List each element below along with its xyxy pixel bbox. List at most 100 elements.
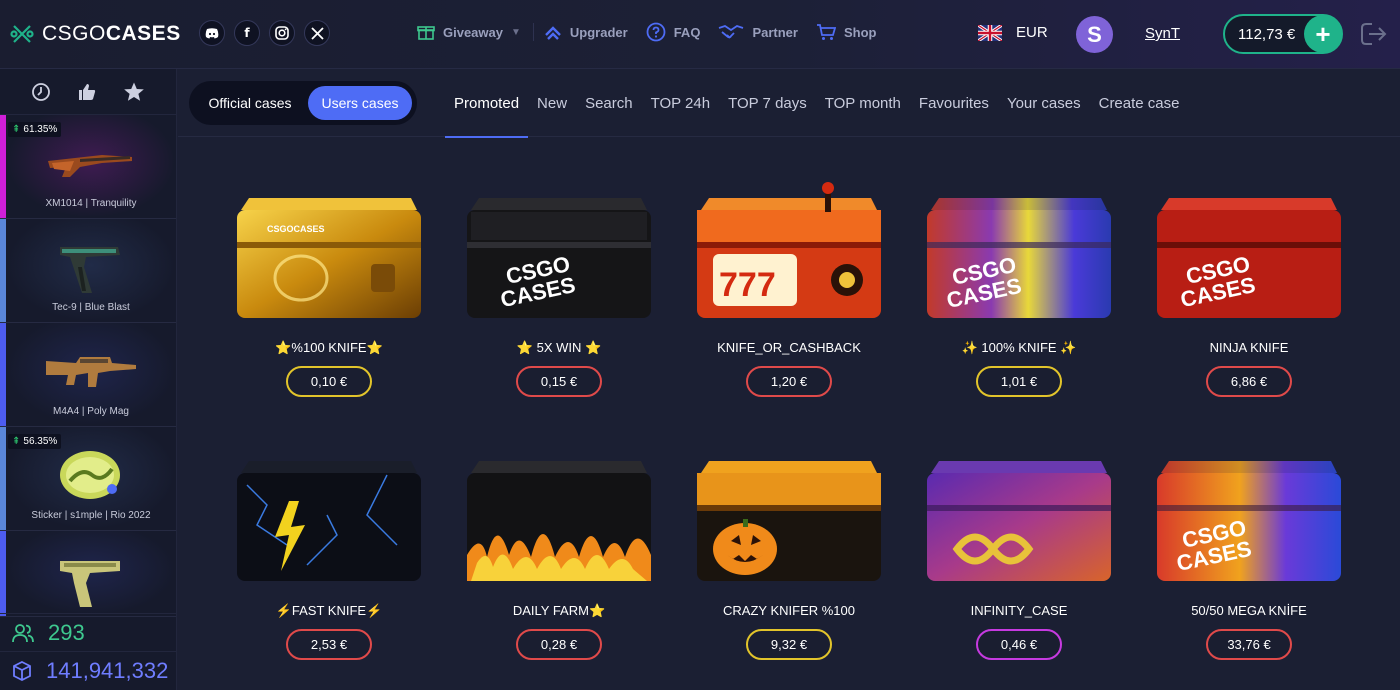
shotgun-icon [48, 155, 132, 177]
sidebar-tabs [0, 69, 176, 115]
pistol-icon [60, 561, 120, 607]
case-image: CSGO CASES [467, 198, 651, 318]
x-icon[interactable] [304, 20, 330, 46]
case-card[interactable]: CSGO CASES NINJA KNIFE 6,86 € [1134, 170, 1364, 400]
case-title: DAILY FARM⭐ [512, 603, 606, 618]
sticker-icon [60, 451, 120, 499]
case-image: CSGO CASES [1157, 198, 1341, 318]
live-drop-item[interactable]: M4A4 | Poly Mag [0, 323, 176, 427]
logo-text: CSGOCASES [42, 22, 181, 45]
case-image: CSGO CASES [1157, 461, 1341, 581]
case-image: 777 [697, 182, 881, 318]
case-card[interactable]: CSGO CASES ✨ 100% KNIFE ✨ 1,01 € [904, 170, 1134, 400]
case-price[interactable]: 2,53 € [286, 629, 372, 660]
tab-search[interactable]: Search [576, 69, 642, 137]
live-drop-item[interactable]: ⇞ 56.35% Sticker | s1mple | Rio 2022 [0, 427, 176, 531]
nav-partner[interactable]: Partner [718, 23, 798, 41]
svg-text:777: 777 [719, 266, 776, 304]
case-card[interactable]: CSGOCASES ⭐%100 KNIFE⭐ 0,10 € [214, 170, 444, 400]
tab-create-case[interactable]: Create case [1090, 69, 1189, 137]
currency-selector[interactable]: EUR [978, 24, 1048, 41]
case-title: 50/50 MEGA KNİFE [1191, 603, 1307, 618]
pistol-icon [60, 247, 120, 293]
tab-favourites[interactable]: Favourites [910, 69, 998, 137]
cases-subnav: Official cases Users cases Promoted New … [178, 69, 1400, 138]
case-image: CSGOCASES [237, 198, 421, 318]
social-links: f [199, 20, 330, 46]
case-card[interactable]: CRAZY KNIFER %100 9,32 € [674, 433, 904, 663]
star-icon[interactable] [123, 81, 145, 103]
live-drop-item[interactable]: Tec-9 | Blue Blast [0, 219, 176, 323]
site-stats: 293 141,941,332 [0, 613, 177, 689]
case-card[interactable]: CSGO CASES 50/50 MEGA KNİFE 33,76 € [1134, 433, 1364, 663]
nav-giveaway[interactable]: Giveaway ▼ [417, 23, 521, 41]
facebook-icon[interactable]: f [234, 20, 260, 46]
logout-icon[interactable] [1360, 22, 1388, 46]
site-logo[interactable]: CSGOCASES [10, 22, 181, 46]
avatar[interactable]: S [1076, 16, 1113, 53]
case-card[interactable]: 777 KNIFE_OR_CASHBACK 1,20 € [674, 170, 904, 400]
case-card[interactable]: INFINITY_CASE 0,46 € [904, 433, 1134, 663]
case-image [927, 461, 1111, 581]
tab-new[interactable]: New [528, 69, 576, 137]
case-title: ⚡FAST KNIFE⚡ [275, 603, 383, 618]
tab-your-cases[interactable]: Your cases [998, 69, 1090, 137]
chevron-down-icon: ▼ [511, 26, 521, 38]
username-link[interactable]: SynT [1145, 25, 1180, 42]
add-funds-button[interactable]: + [1304, 15, 1342, 53]
live-drop-item[interactable]: ⇞ 61.35% XM1014 | Tranquility [0, 115, 176, 219]
thumbs-up-icon[interactable] [77, 82, 97, 102]
drop-chance-badge: ⇞ 61.35% [8, 122, 62, 137]
nav-upgrader[interactable]: Upgrader [532, 23, 628, 41]
users-icon [12, 623, 34, 642]
discord-icon[interactable] [199, 20, 225, 46]
case-price[interactable]: 1,01 € [976, 366, 1062, 397]
case-image [467, 461, 651, 581]
tab-top-month[interactable]: TOP month [816, 69, 910, 137]
drop-item-name: Tec-9 | Blue Blast [52, 302, 130, 313]
users-cases-toggle[interactable]: Users cases [308, 86, 412, 120]
nav-faq[interactable]: FAQ [646, 22, 700, 42]
instagram-icon[interactable] [269, 20, 295, 46]
case-price[interactable]: 6,86 € [1206, 366, 1292, 397]
tab-top-7-days[interactable]: TOP 7 days [719, 69, 816, 137]
tab-top-24h[interactable]: TOP 24h [642, 69, 720, 137]
case-price[interactable]: 0,10 € [286, 366, 372, 397]
nav-shop[interactable]: Shop [816, 23, 876, 41]
balance-display: 112,73 € + [1223, 14, 1343, 54]
cases-opened-stat: 141,941,332 [0, 651, 177, 689]
case-price[interactable]: 1,20 € [746, 366, 832, 397]
case-image [697, 461, 881, 581]
case-price[interactable]: 0,46 € [976, 629, 1062, 660]
case-price[interactable]: 0,28 € [516, 629, 602, 660]
logo-icon [10, 25, 34, 43]
case-title: ✨ 100% KNIFE ✨ [961, 340, 1077, 355]
case-price[interactable]: 33,76 € [1206, 629, 1292, 660]
uk-flag-icon [978, 24, 1002, 41]
case-card[interactable]: CSGO CASES ⭐ 5X WIN ⭐ 0,15 € [444, 170, 674, 400]
case-price[interactable]: 9,32 € [746, 629, 832, 660]
live-drop-item[interactable] [0, 531, 176, 617]
gift-icon [417, 26, 435, 40]
case-card[interactable]: ⚡FAST KNIFE⚡ 2,53 € [214, 433, 444, 663]
drop-item-name: M4A4 | Poly Mag [53, 406, 129, 417]
balance-amount: 112,73 € [1238, 26, 1296, 43]
svg-text:CSGOCASES: CSGOCASES [267, 224, 325, 234]
case-title: ⭐%100 KNIFE⭐ [275, 340, 383, 355]
online-users-stat: 293 [0, 613, 177, 651]
case-title: NINJA KNIFE [1209, 340, 1289, 355]
drop-chance-badge: ⇞ 56.35% [8, 434, 62, 449]
live-drops-sidebar: ⇞ 61.35% XM1014 | Tranquility Tec-9 | Blu… [0, 69, 177, 690]
history-icon[interactable] [31, 82, 51, 102]
case-price[interactable]: 0,15 € [516, 366, 602, 397]
main-nav: Giveaway ▼ Upgrader FAQ Partner Shop [417, 22, 894, 42]
case-title: CRAZY KNIFER %100 [723, 603, 855, 618]
drop-item-name: Sticker | s1mple | Rio 2022 [31, 510, 151, 521]
rifle-icon [46, 357, 136, 387]
tab-promoted[interactable]: Promoted [445, 69, 529, 138]
box-icon [13, 660, 31, 681]
case-card[interactable]: DAILY FARM⭐ 0,28 € [444, 433, 674, 663]
case-image: CSGO CASES [927, 198, 1111, 318]
case-category-tabs: Promoted New Search TOP 24h TOP 7 days T… [445, 69, 1189, 138]
official-cases-toggle[interactable]: Official cases [194, 86, 306, 120]
